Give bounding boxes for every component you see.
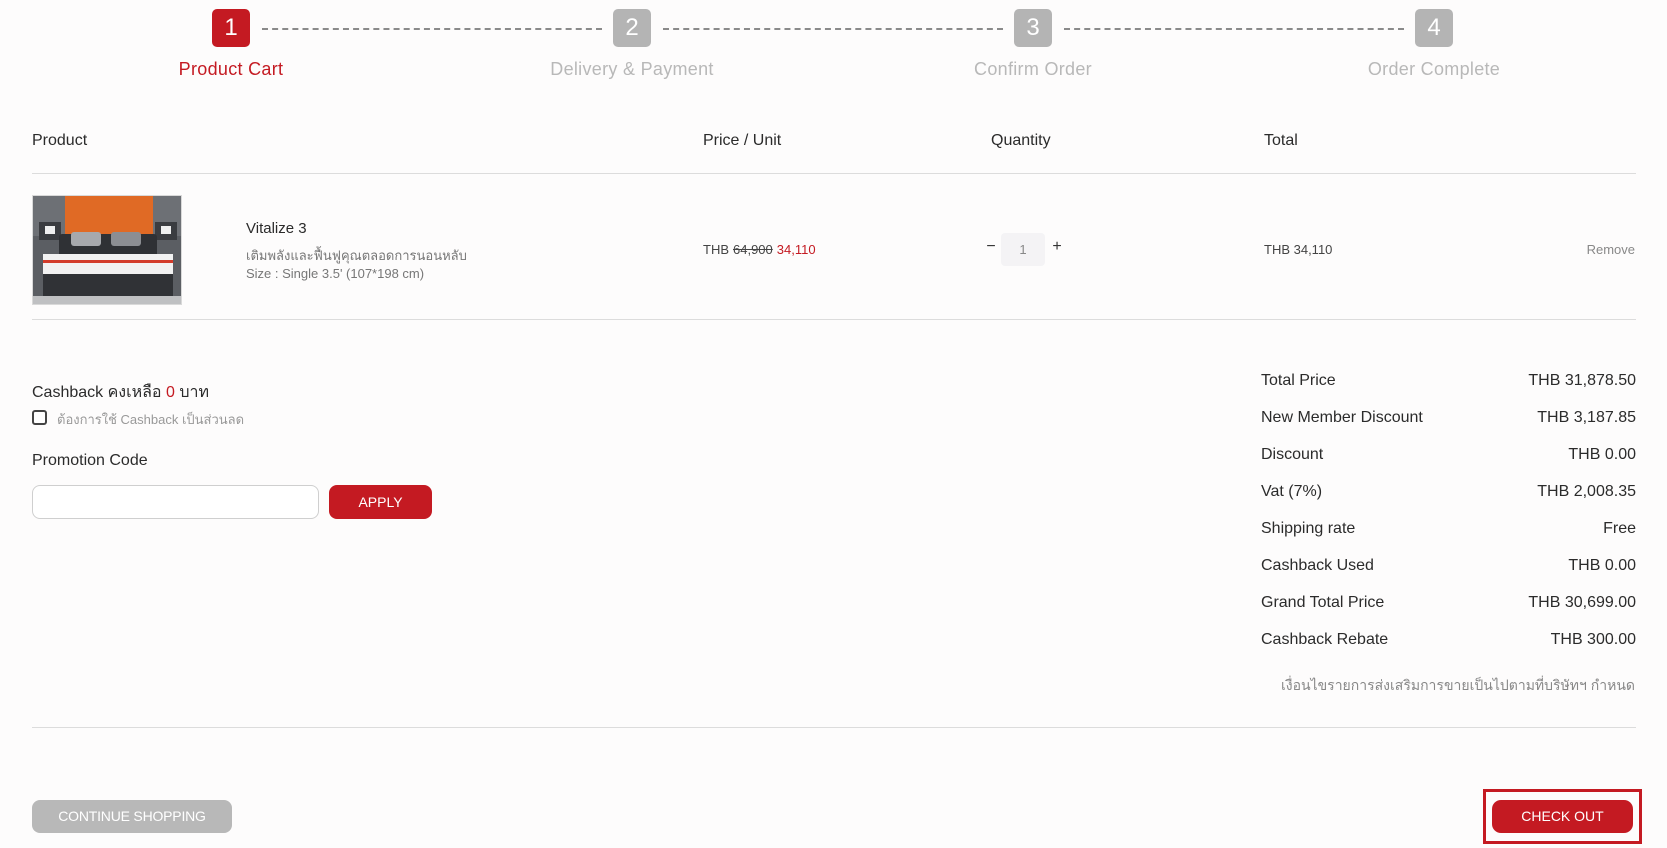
- quantity-decrease-button[interactable]: −: [984, 238, 998, 256]
- cashback-balance: Cashback คงเหลือ 0 บาท: [32, 380, 209, 405]
- sale-price: 34,110: [776, 242, 816, 257]
- quantity-increase-button[interactable]: +: [1050, 238, 1064, 256]
- promotion-code-title: Promotion Code: [32, 452, 148, 469]
- step-label: Delivery & Payment: [550, 59, 714, 79]
- bed-image: [33, 196, 181, 304]
- cashback-suffix: บาท: [179, 384, 210, 401]
- summary-label: Cashback Used: [1261, 557, 1374, 574]
- product-size: Size : Single 3.5' (107*198 cm): [246, 266, 425, 281]
- summary-value: THB 0.00: [1568, 446, 1636, 463]
- step-label: Confirm Order: [974, 59, 1092, 79]
- use-cashback-label[interactable]: ต้องการใช้ Cashback เป็นส่วนลด: [57, 409, 244, 430]
- step-delivery-payment[interactable]: 2 Delivery & Payment: [482, 9, 782, 80]
- summary-value: THB 30,699.00: [1528, 594, 1636, 611]
- step-label: Product Cart: [178, 59, 284, 79]
- summary-label: Grand Total Price: [1261, 594, 1385, 611]
- summary-label: Discount: [1261, 446, 1324, 463]
- cashback-amount: 0: [166, 384, 175, 401]
- step-number: 1: [212, 9, 250, 47]
- summary-value: THB 0.00: [1568, 557, 1636, 574]
- step-confirm-order[interactable]: 3 Confirm Order: [883, 9, 1183, 80]
- summary-value: Free: [1603, 520, 1636, 537]
- use-cashback-checkbox[interactable]: [32, 410, 47, 425]
- product-name[interactable]: Vitalize 3: [246, 220, 307, 237]
- step-number: 2: [613, 9, 651, 47]
- summary-label: New Member Discount: [1261, 409, 1423, 426]
- promotion-terms-note: เงื่อนไขรายการส่งเสริมการขายเป็นไปตามที่…: [1280, 677, 1635, 693]
- product-image[interactable]: [32, 195, 182, 305]
- step-number: 3: [1014, 9, 1052, 47]
- summary-value: THB 3,187.85: [1537, 409, 1636, 426]
- step-order-complete[interactable]: 4 Order Complete: [1284, 9, 1584, 80]
- summary-value: THB 2,008.35: [1537, 483, 1636, 500]
- promotion-code-input[interactable]: [32, 485, 319, 519]
- checkout-button[interactable]: CHECK OUT: [1492, 800, 1633, 833]
- divider: [32, 727, 1636, 728]
- summary-label: Total Price: [1261, 372, 1336, 389]
- divider: [32, 173, 1636, 174]
- divider: [32, 319, 1636, 320]
- line-total: THB 34,110: [1264, 242, 1333, 257]
- unit-price: THB 64,900 34,110: [703, 242, 816, 257]
- summary-label: Shipping rate: [1261, 520, 1356, 537]
- quantity-input[interactable]: [1001, 233, 1045, 266]
- summary-value: THB 300.00: [1550, 631, 1636, 648]
- summary-value: THB 31,878.50: [1528, 372, 1636, 389]
- step-label: Order Complete: [1367, 59, 1501, 79]
- header-quantity: Quantity: [991, 132, 1051, 149]
- original-price: 64,900: [733, 242, 773, 257]
- cashback-prefix: Cashback คงเหลือ: [32, 384, 162, 401]
- continue-shopping-button[interactable]: CONTINUE SHOPPING: [32, 800, 232, 833]
- summary-label: Vat (7%): [1261, 483, 1323, 500]
- header-total: Total: [1264, 132, 1298, 149]
- step-product-cart[interactable]: 1 Product Cart: [81, 9, 381, 80]
- product-description: เติมพลังและฟื้นฟูคุณตลอดการนอนหลับ: [246, 248, 467, 263]
- header-price: Price / Unit: [703, 132, 782, 149]
- apply-button[interactable]: APPLY: [329, 485, 432, 519]
- header-product: Product: [32, 132, 88, 149]
- checkout-stepper: 1 Product Cart 2 Delivery & Payment 3 Co…: [0, 0, 1667, 100]
- step-number: 4: [1415, 9, 1453, 47]
- price-currency: THB: [703, 242, 729, 257]
- remove-item-link[interactable]: Remove: [1587, 242, 1635, 257]
- summary-label: Cashback Rebate: [1261, 631, 1389, 648]
